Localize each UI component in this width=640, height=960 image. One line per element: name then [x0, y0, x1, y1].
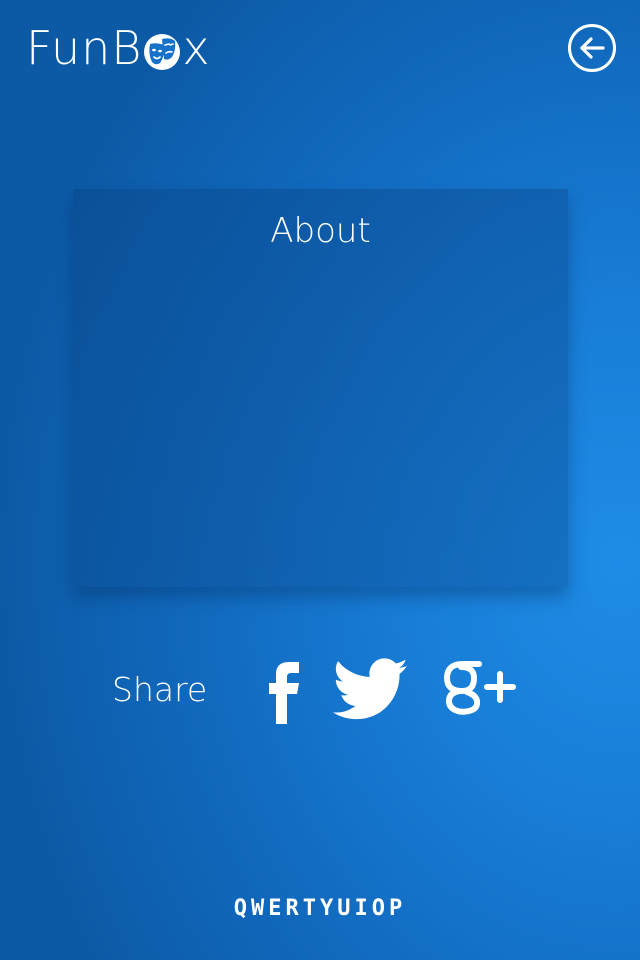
google-plus-icon [443, 661, 516, 715]
facebook-share-button[interactable] [266, 658, 302, 724]
logo-text-start: FunB [26, 21, 143, 75]
twitter-share-button[interactable] [332, 658, 409, 722]
back-button[interactable] [567, 23, 617, 73]
share-row: Share [0, 650, 640, 730]
footer-brand: QWERTYUIOP [233, 896, 407, 921]
theater-masks-icon [143, 28, 181, 70]
app-logo: FunB x [26, 20, 211, 76]
share-label: Share [112, 670, 208, 709]
arrow-left-circle-icon [568, 24, 616, 72]
app-header: FunB x [0, 0, 640, 100]
google-plus-share-button[interactable] [437, 656, 517, 726]
facebook-icon [269, 662, 299, 724]
logo-text-end: x [182, 21, 211, 75]
twitter-icon [332, 658, 408, 720]
about-panel: About [73, 189, 568, 587]
about-title: About [270, 211, 371, 251]
